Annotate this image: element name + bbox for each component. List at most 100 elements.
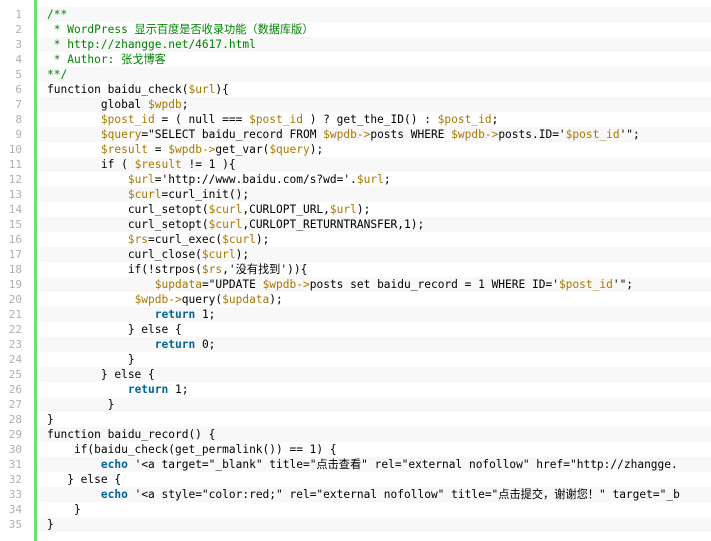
code-token-plain: ,CURLOPT_RETURNTRANSFER,1); — [242, 218, 425, 231]
code-token-plain: posts WHERE — [370, 128, 452, 141]
code-token-plain: ,CURLOPT_URL, — [242, 203, 330, 216]
code-line: $updata="UPDATE $wpdb->posts set baidu_r… — [37, 277, 711, 292]
code-line: } — [37, 412, 711, 427]
line-number: 29 — [8, 428, 22, 441]
code-line: **/ — [37, 67, 711, 82]
code-token-plain: curl_setopt( — [47, 218, 209, 231]
code-token-plain: if ( — [47, 158, 135, 171]
code-token-var: $curl — [127, 188, 162, 201]
code-token-plain: } — [47, 413, 54, 426]
code-line: $rs=curl_exec($curl); — [37, 232, 711, 247]
code-token-plain: } else { — [47, 323, 182, 336]
code-token-kw: echo — [100, 488, 128, 501]
code-token-kw: return — [154, 338, 196, 351]
line-number: 27 — [8, 398, 22, 411]
code-token-plain: ; — [383, 173, 391, 186]
line-number-gutter: 1 2 3 4 5 6 7 8 9 10 11 12 13 14 15 16 17 18 19 20 21 22 23 24 2… — [0, 0, 34, 541]
code-token-var: $wpdb-> — [168, 143, 216, 156]
line-number: 21 — [8, 308, 22, 321]
line-number: 19 — [8, 278, 22, 291]
code-token-var: $post_id — [558, 278, 613, 291]
code-token-plain: get_var( — [215, 143, 270, 156]
code-token-kw: echo — [100, 458, 128, 471]
code-token-comment: /** — [47, 8, 68, 21]
code-line: /** — [37, 7, 711, 22]
code-token-plain: ) ? get_the_ID() : — [302, 113, 438, 126]
line-number: 22 — [8, 323, 22, 336]
code-line: curl_setopt($curl,CURLOPT_URL,$url); — [37, 202, 711, 217]
code-token-plain: } else { — [47, 473, 122, 486]
code-token-var: $wpdb-> — [451, 128, 499, 141]
code-token-plain: function baidu_check( — [47, 83, 189, 96]
code-token-plain: ; — [491, 113, 499, 126]
code-token-var: $wpdb-> — [134, 293, 182, 306]
code-token-plain: ); — [356, 203, 371, 216]
code-line: } else { — [37, 472, 711, 487]
code-token-var: $url — [188, 83, 216, 96]
code-line: global $wpdb; — [37, 97, 711, 112]
code-line: $wpdb->query($updata); — [37, 292, 711, 307]
code-token-comment: **/ — [47, 68, 68, 81]
code-token-var: $rs — [127, 233, 149, 246]
line-number: 35 — [8, 518, 22, 531]
line-number: 4 — [15, 53, 22, 66]
code-token-var: $url — [127, 173, 155, 186]
code-token-plain: '<a style="color:red;" rel="external nof… — [127, 488, 680, 501]
code-line: } — [37, 397, 711, 412]
code-token-plain: curl_close( — [47, 248, 202, 261]
code-token-plain: 1; — [195, 308, 216, 321]
code-token-var: $wpdb-> — [323, 128, 371, 141]
code-token-comment: * Author: 张戈博客 — [47, 53, 166, 66]
code-line: if ( $result != 1 ){ — [37, 157, 711, 172]
code-token-var: $query — [269, 143, 310, 156]
code-line: curl_close($curl); — [37, 247, 711, 262]
line-number: 2 — [15, 23, 22, 36]
line-number: 30 — [8, 443, 22, 456]
code-line: * Author: 张戈博客 — [37, 52, 711, 67]
line-number: 24 — [8, 353, 22, 366]
code-token-var: $curl — [222, 233, 256, 246]
code-line: echo '<a style="color:red;" rel="externa… — [37, 487, 711, 502]
line-number: 28 — [8, 413, 22, 426]
code-token-var: $result — [134, 158, 182, 171]
code-token-var: $url — [329, 203, 357, 216]
code-line: return 1; — [37, 382, 711, 397]
line-number: 26 — [8, 383, 22, 396]
line-number: 32 — [8, 473, 22, 486]
line-number: 8 — [15, 113, 22, 126]
code-token-plain: global — [47, 98, 149, 111]
code-token-plain: ; — [181, 98, 189, 111]
code-token-plain: ='http://www.baidu.com/s?wd='. — [154, 173, 357, 186]
code-token-var: $query — [100, 128, 142, 141]
code-line: echo '<a target="_blank" title="点击查看" re… — [37, 457, 711, 472]
line-number: 31 — [8, 458, 22, 471]
code-line: $curl=curl_init(); — [37, 187, 711, 202]
line-number: 3 — [15, 38, 22, 51]
code-token-plain: =curl_exec( — [148, 233, 223, 246]
code-line: * http://zhangge.net/4617.html — [37, 37, 711, 52]
code-line: $post_id = ( null === $post_id ) ? get_t… — [37, 112, 711, 127]
code-token-plain: if(baidu_check(get_permalink()) == 1) { — [47, 443, 337, 456]
code-token-var: $post_id — [565, 128, 620, 141]
code-token-plain: ="SELECT baidu_record FROM — [141, 128, 324, 141]
code-line: } — [37, 502, 711, 517]
line-number: 15 — [8, 218, 22, 231]
line-number: 1 — [15, 8, 22, 21]
code-token-var: $wpdb — [148, 98, 182, 111]
line-number: 9 — [15, 128, 22, 141]
line-number: 10 — [8, 143, 22, 156]
code-token-plain: query( — [181, 293, 223, 306]
line-number: 5 — [15, 68, 22, 81]
code-line: curl_setopt($curl,CURLOPT_RETURNTRANSFER… — [37, 217, 711, 232]
code-token-plain: posts set baidu_record = 1 WHERE ID=' — [309, 278, 559, 291]
code-line: } — [37, 352, 711, 367]
line-number: 17 — [8, 248, 22, 261]
code-token-kw: return — [154, 308, 196, 321]
code-token-plain: = — [148, 143, 169, 156]
code-token-var: $url — [356, 173, 384, 186]
code-line: if(!strpos($rs,'没有找到')){ — [37, 262, 711, 277]
